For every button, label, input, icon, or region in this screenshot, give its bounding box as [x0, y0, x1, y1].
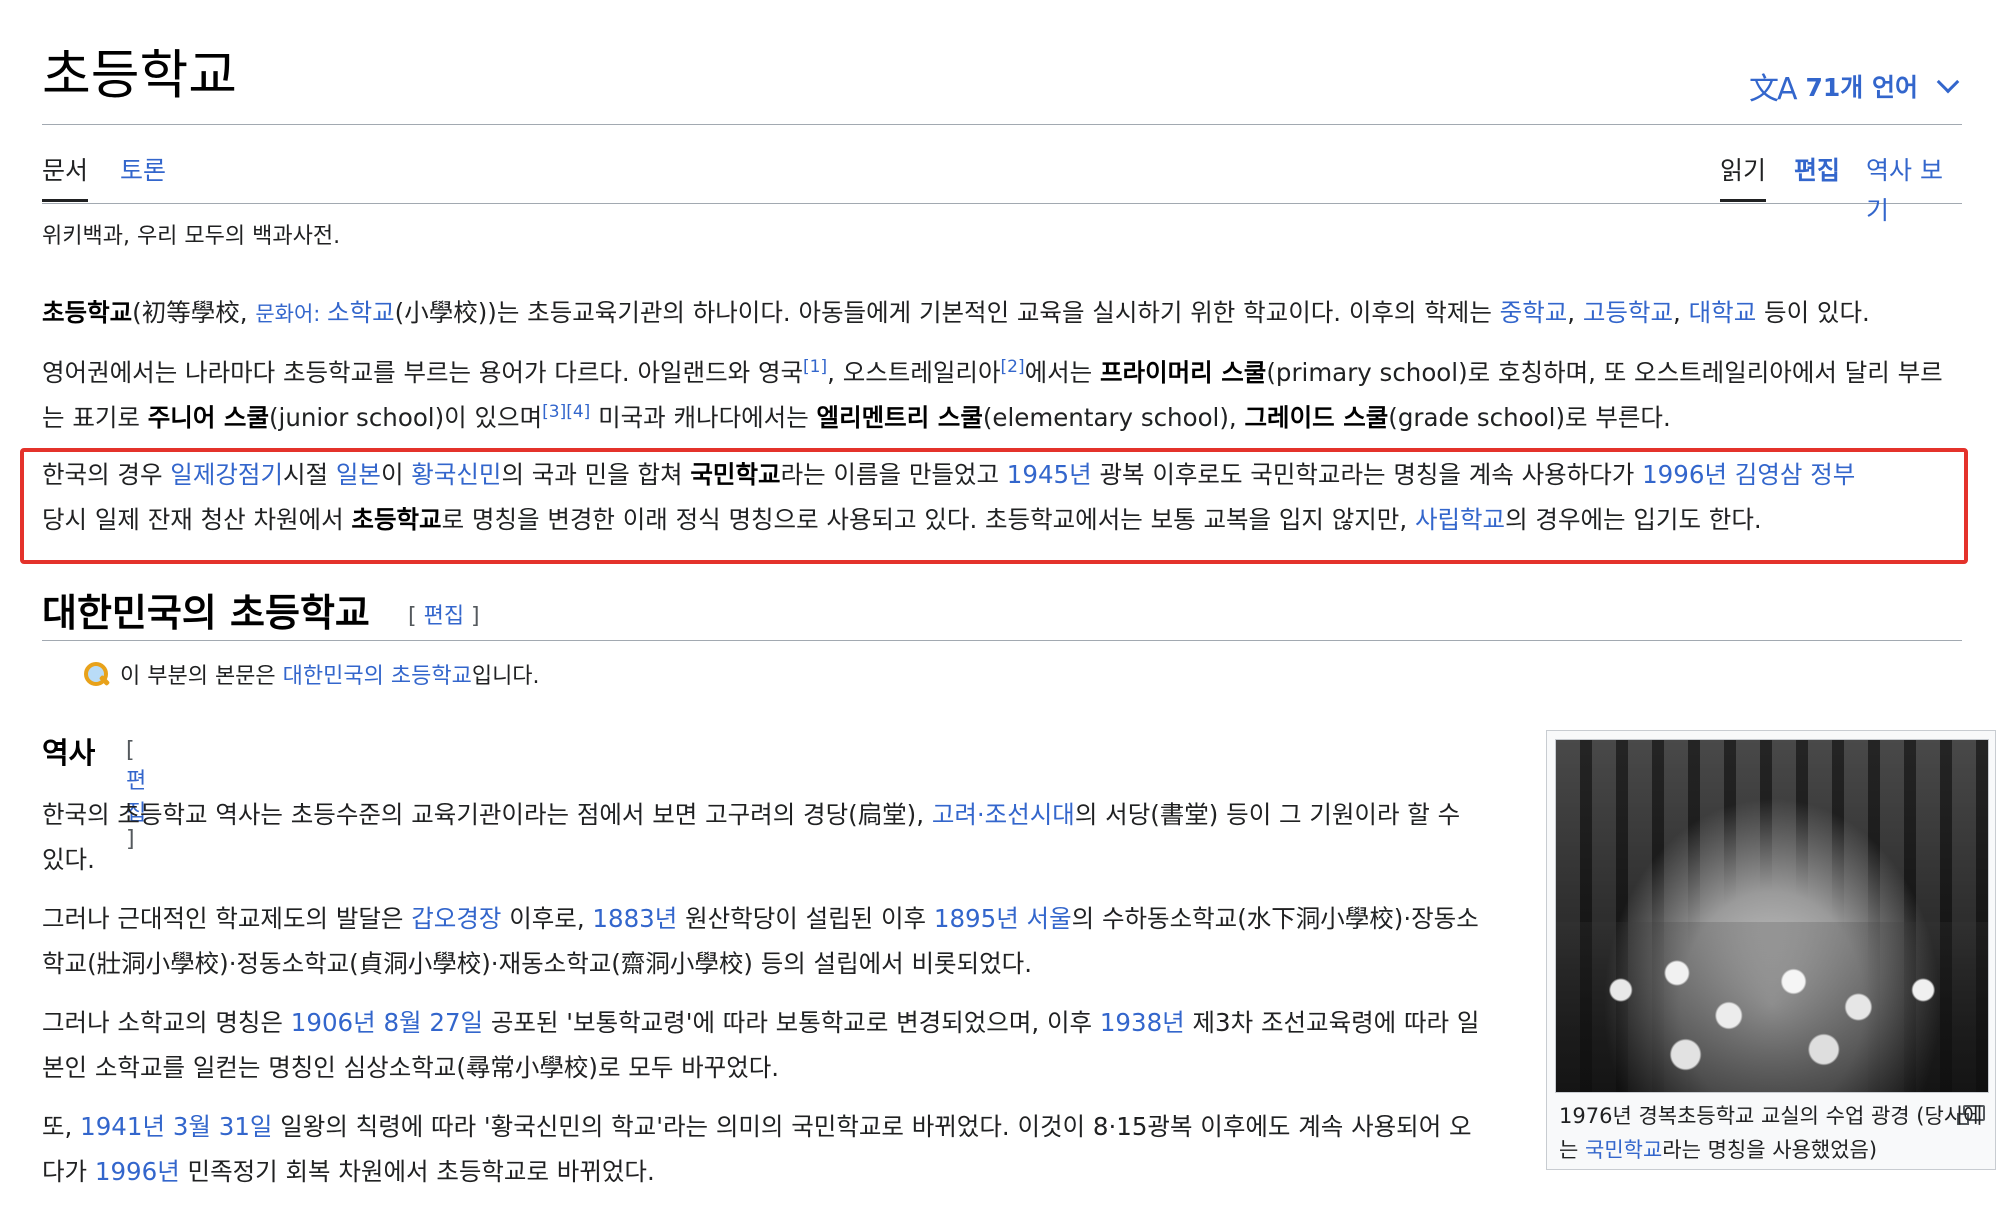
text: 이 부분의 본문은	[120, 664, 283, 689]
link-1883[interactable]: 1883년	[592, 904, 677, 933]
text: ,	[1673, 298, 1689, 327]
link-1906[interactable]: 1906년	[291, 1008, 376, 1037]
page-title: 초등학교	[42, 45, 238, 106]
text: 입니다.	[471, 664, 540, 689]
bold-term: 주니어 스쿨	[147, 403, 269, 432]
article: 초등학교 文A 71개 언어 문서 토론 읽기 편집 역사 보기 위키백과, 우…	[42, 0, 1996, 1186]
bold-term: 그레이드 스쿨	[1244, 403, 1389, 432]
chevron-down-icon	[1936, 70, 1960, 94]
text: (junior school)이 있으며	[268, 403, 543, 432]
link-1938[interactable]: 1938년	[1100, 1008, 1185, 1037]
link-main-article[interactable]: 대한민국의 초등학교	[283, 664, 472, 689]
link-university[interactable]: 대학교	[1689, 298, 1757, 327]
text: 라는 명칭을 사용했었음)	[1662, 1138, 1878, 1162]
tabs-bar: 문서 토론 읽기 편집 역사 보기	[42, 125, 1962, 225]
history-paragraph-4: 또, 1941년 3월 31일 일왕의 칙령에 따라 '황국신민의 학교'라는 …	[42, 1104, 1482, 1194]
text: (初等學校,	[132, 298, 256, 327]
hatnote: 이 부분의 본문은 대한민국의 초등학교입니다.	[82, 658, 540, 690]
text: (grade school)로 부른다.	[1388, 403, 1671, 432]
text: 그러나 근대적인 학교제도의 발달은	[42, 904, 412, 933]
text: 공포된 '보통학교령'에 따라 보통학교로 변경되었으며, 이후	[483, 1008, 1100, 1037]
text: 영어권에서는 나라마다 초등학교를 부르는 용어가 다르다. 아일랜드와 영국	[42, 358, 804, 387]
text: (elementary school),	[982, 403, 1245, 432]
section-edit-link[interactable]: [ 편집 ]	[408, 598, 480, 630]
link-1895[interactable]: 1895년	[934, 904, 1019, 933]
language-button[interactable]: 文A 71개 언어	[1749, 64, 1962, 108]
bold-term: 엘리멘트리 스쿨	[816, 403, 983, 432]
bracket: [	[126, 738, 135, 763]
intro-paragraph-1: 초등학교(初等學校, 문화어: 소학교(小學校))는 초등교육기관의 하나이다.…	[42, 290, 1962, 337]
link-march-31[interactable]: 3월 31일	[173, 1112, 273, 1141]
bracket: ]	[464, 604, 480, 629]
link-sohakgyo[interactable]: 소학교	[327, 298, 395, 327]
figure-thumbnail: 1976년 경복초등학교 교실의 수업 광경 (당시에는 국민학교라는 명칭을 …	[1546, 730, 1996, 1170]
link-middle-school[interactable]: 중학교	[1500, 298, 1568, 327]
text: 민족정기 회복 차원에서 초등학교로 바뀌었다.	[179, 1157, 655, 1186]
text	[165, 1112, 173, 1141]
history-paragraph-1: 한국의 초등학교 역사는 초등수준의 교육기관이라는 점에서 보면 고구려의 경…	[42, 792, 1482, 882]
reference-4[interactable]: [4]	[566, 402, 590, 422]
reference-2[interactable]: [2]	[1001, 357, 1025, 377]
link-goryeo-joseon[interactable]: 고려·조선시대	[932, 800, 1075, 829]
tab-edit[interactable]: 편집	[1794, 151, 1840, 201]
translate-icon: 文A	[1748, 72, 1798, 107]
text: (小學校))는 초등교육기관의 하나이다. 아동들에게 기본적인 교육을 실시하…	[394, 298, 1500, 327]
subsection-title: 역사	[42, 736, 96, 770]
intro-paragraph-2: 영어권에서는 나라마다 초등학교를 부르는 용어가 다르다. 아일랜드와 영국[…	[42, 350, 1962, 440]
text: 등이 있다.	[1756, 298, 1870, 327]
tab-history[interactable]: 역사 보기	[1866, 151, 1962, 225]
tab-talk[interactable]: 토론	[120, 151, 166, 201]
text: 원산학당이 설립된 이후	[677, 904, 934, 933]
bold-term: 프라이머리 스쿨	[1100, 358, 1267, 387]
tab-article[interactable]: 문서	[42, 151, 89, 202]
text: 또,	[42, 1112, 81, 1141]
text: 이후로,	[501, 904, 593, 933]
link-high-school[interactable]: 고등학교	[1583, 298, 1673, 327]
subsection-heading: 역사 [ 편집 ]	[42, 730, 146, 852]
tab-read[interactable]: 읽기	[1720, 151, 1767, 202]
text	[1019, 904, 1027, 933]
figure-caption: 1976년 경복초등학교 교실의 수업 광경 (당시에는 국민학교라는 명칭을 …	[1559, 1099, 1985, 1167]
text: 한국의 초등학교 역사는 초등수준의 교육기관이라는 점에서 보면 고구려의 경…	[42, 800, 932, 829]
link-munhwaeo[interactable]: 문화어:	[255, 302, 327, 326]
classroom-photo[interactable]	[1555, 739, 1989, 1093]
link-august-27[interactable]: 8월 27일	[383, 1008, 483, 1037]
link-1996-history[interactable]: 1996년	[95, 1157, 180, 1186]
title-bar: 초등학교 文A 71개 언어	[42, 0, 1962, 125]
highlight-box	[20, 448, 1968, 564]
section-heading: 대한민국의 초등학교 [ 편집 ]	[42, 582, 1962, 641]
section-title: 대한민국의 초등학교	[42, 590, 370, 635]
magnifier-icon	[82, 660, 111, 688]
link-gukmin-hakgyo[interactable]: 국민학교	[1585, 1138, 1662, 1162]
history-paragraph-3: 그러나 소학교의 명칭은 1906년 8월 27일 공포된 '보통학교령'에 따…	[42, 1000, 1482, 1090]
reference-3[interactable]: [3]	[542, 402, 566, 422]
text: ,	[1567, 298, 1583, 327]
link-1941[interactable]: 1941년	[80, 1112, 165, 1141]
link-seoul[interactable]: 서울	[1027, 904, 1072, 933]
site-tagline: 위키백과, 우리 모두의 백과사전.	[42, 224, 341, 249]
bracket: [	[408, 604, 424, 629]
link-gabo-reform[interactable]: 갑오경장	[411, 904, 501, 933]
reference-1[interactable]: [1]	[803, 357, 827, 377]
text: 그러나 소학교의 명칭은	[42, 1008, 291, 1037]
bold-term: 초등학교	[42, 298, 133, 327]
language-label: 71개 언어	[1805, 73, 1919, 102]
edit-link[interactable]: 편집	[424, 604, 464, 629]
text: 미국과 캐나다에서는	[590, 403, 817, 432]
history-paragraph-2: 그러나 근대적인 학교제도의 발달은 갑오경장 이후로, 1883년 원산학당이…	[42, 896, 1482, 986]
text: 에서는	[1024, 358, 1101, 387]
text: , 오스트레일리아	[827, 358, 1001, 387]
